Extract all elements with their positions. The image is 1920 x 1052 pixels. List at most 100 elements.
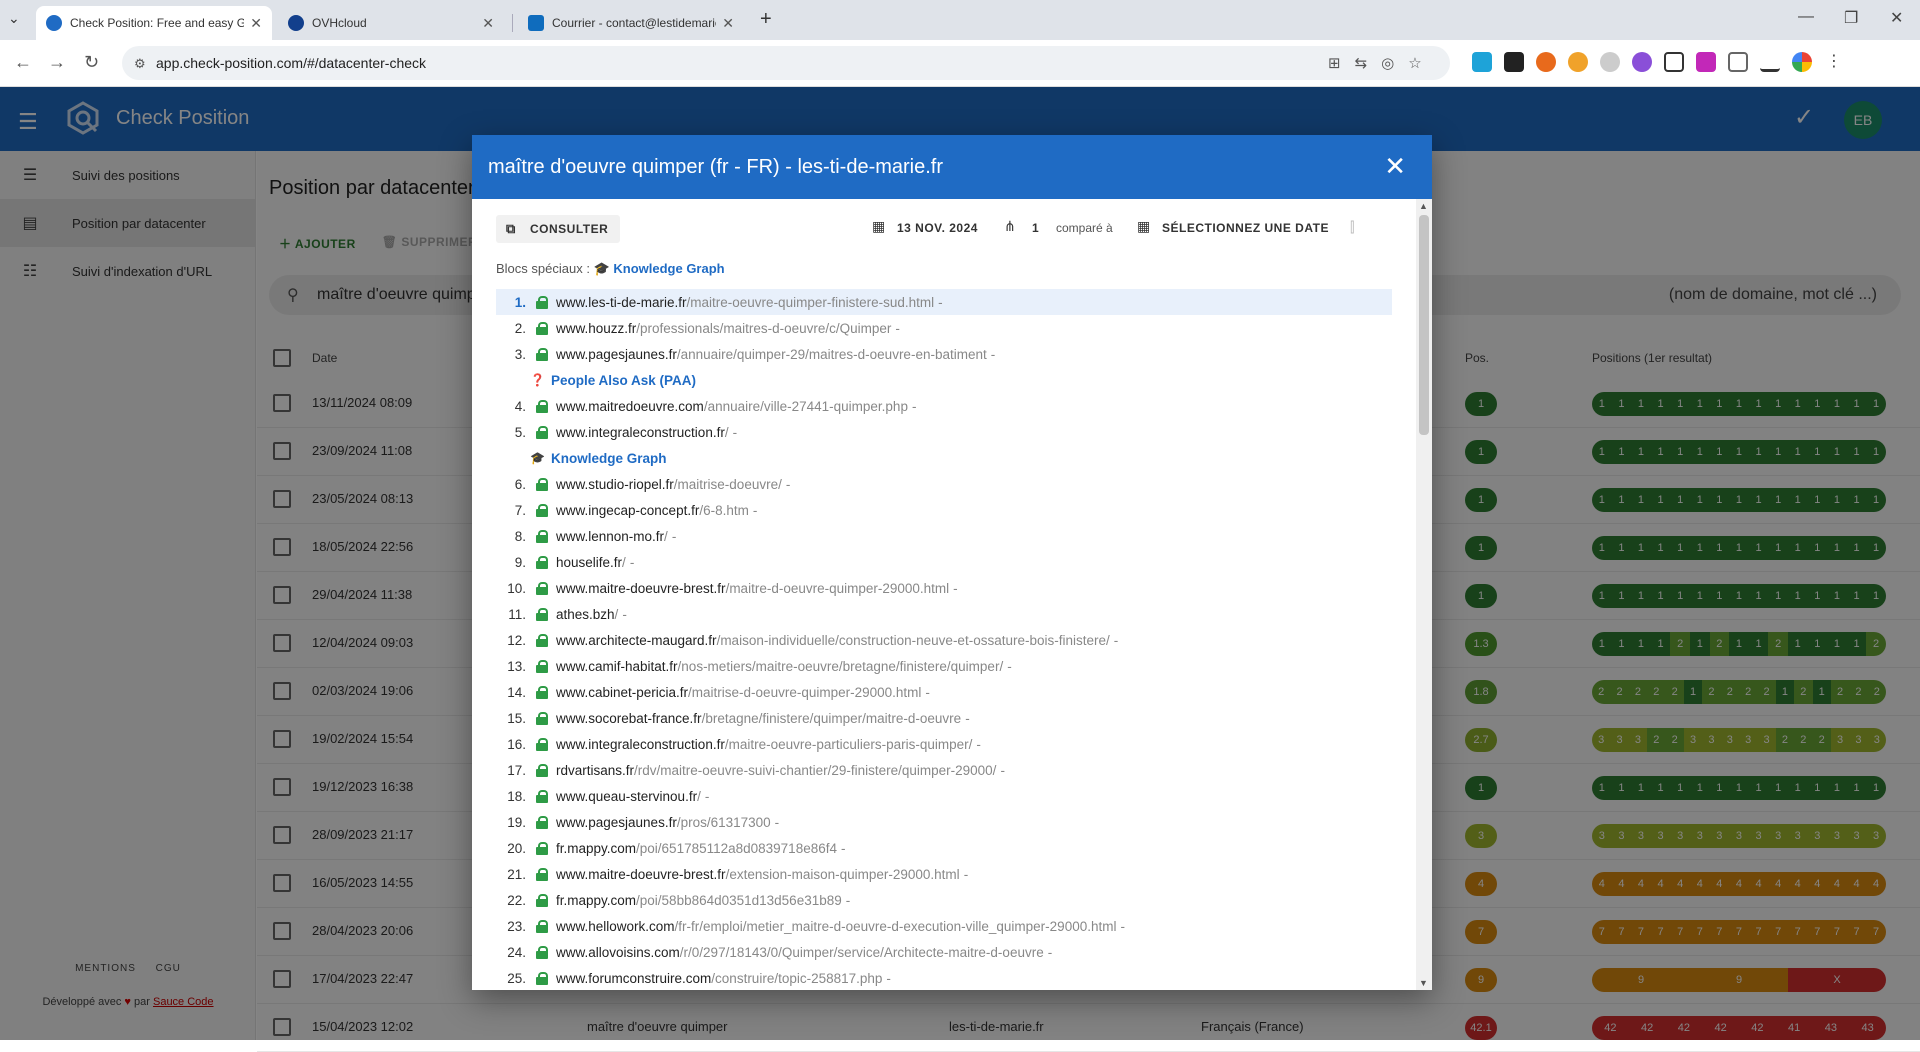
reload-icon[interactable]: ↻	[84, 52, 99, 73]
close-window-icon[interactable]: ✕	[1890, 8, 1903, 28]
serp-result[interactable]: 13. www.camif-habitat.fr/nos-metiers/mait…	[496, 653, 1392, 679]
select-date-button[interactable]: SÉLECTIONNEZ UNE DATE	[1162, 221, 1329, 235]
serp-result[interactable]: 8. www.lennon-mo.fr / -	[496, 523, 1392, 549]
result-path[interactable]: /	[697, 789, 701, 804]
result-host[interactable]: www.allovoisins.com	[556, 945, 680, 960]
result-host[interactable]: fr.mappy.com	[556, 841, 636, 856]
eye-off-icon[interactable]: ◎	[1381, 54, 1394, 72]
serp-result[interactable]: 16. www.integraleconstruction.fr/maitre-o…	[496, 731, 1392, 757]
browser-menu-icon[interactable]: ⋮	[1824, 52, 1844, 72]
serp-result[interactable]: 24. www.allovoisins.com/r/0/297/18143/0/Q…	[496, 939, 1392, 965]
serp-result[interactable]: 10. www.maitre-doeuvre-brest.fr/maitre-d-…	[496, 575, 1392, 601]
serp-result[interactable]: 1. www.les-ti-de-marie.fr/maitre-oeuvre-q…	[496, 289, 1392, 315]
result-host[interactable]: www.integraleconstruction.fr	[556, 737, 725, 752]
result-path[interactable]: /	[664, 529, 668, 544]
result-path[interactable]: /	[622, 555, 626, 570]
result-host[interactable]: www.studio-riopel.fr	[556, 477, 674, 492]
scrollbar-thumb[interactable]	[1419, 215, 1429, 435]
serp-result[interactable]: 2. www.houzz.fr/professionals/maitres-d-o…	[496, 315, 1392, 341]
extension-cookie-icon[interactable]	[1568, 52, 1588, 72]
translate-icon[interactable]: ⇆	[1355, 54, 1368, 72]
serp-result[interactable]: 23. www.hellowork.com/fr-fr/emploi/metier…	[496, 913, 1392, 939]
scroll-down-icon[interactable]: ▼	[1419, 978, 1428, 988]
restore-icon[interactable]: ❐	[1844, 8, 1858, 28]
extension-gear-icon[interactable]	[1632, 52, 1652, 72]
result-host[interactable]: www.hellowork.com	[556, 919, 675, 934]
serp-result[interactable]: 5. www.integraleconstruction.fr / -	[496, 419, 1392, 445]
new-tab-plus-icon[interactable]: +	[760, 8, 772, 31]
serp-result[interactable]: 9. houselife.fr / -	[496, 549, 1392, 575]
bookmark-star-icon[interactable]: ☆	[1408, 54, 1421, 72]
extension-code-icon[interactable]	[1664, 52, 1684, 72]
forward-arrow-icon[interactable]: →	[48, 52, 66, 73]
result-host[interactable]: www.maitredoeuvre.com	[556, 399, 704, 414]
install-app-icon[interactable]: ⊞	[1328, 54, 1341, 72]
knowledge-graph-badge[interactable]: 🎓 Knowledge Graph	[594, 261, 725, 276]
result-path[interactable]: /fr-fr/emploi/metier_maitre-d-oeuvre-d-e…	[675, 919, 1117, 934]
result-host[interactable]: www.pagesjaunes.fr	[556, 815, 677, 830]
result-path[interactable]: /maitrise-d-oeuvre-quimper-29000.html	[688, 685, 921, 700]
result-host[interactable]: www.maitre-doeuvre-brest.fr	[556, 867, 726, 882]
result-path[interactable]: /poi/58bb864d0351d13d56e31b89	[636, 893, 842, 908]
tab-check-position[interactable]: Check Position: Free and easy G ✕	[36, 6, 272, 40]
serp-result[interactable]: 17. rdvartisans.fr/rdv/maitre-oeuvre-suiv…	[496, 757, 1392, 783]
tab-ovhcloud[interactable]: OVHcloud ✕	[278, 6, 504, 40]
result-host[interactable]: www.houzz.fr	[556, 321, 636, 336]
result-path[interactable]: /poi/651785112a8d0839718e86f4	[636, 841, 837, 856]
result-path[interactable]: /annuaire/ville-27441-quimper.php	[704, 399, 908, 414]
scroll-up-icon[interactable]: ▲	[1419, 201, 1428, 211]
result-path[interactable]: /bretagne/finistere/quimper/maitre-d-oeu…	[702, 711, 962, 726]
serp-result[interactable]: 4. www.maitredoeuvre.com/annuaire/ville-2…	[496, 393, 1392, 419]
close-tab-icon[interactable]: ✕	[250, 15, 262, 32]
result-host[interactable]: www.cabinet-pericia.fr	[556, 685, 688, 700]
result-path[interactable]: /construire/topic-258817.php	[711, 971, 882, 986]
result-path[interactable]: /6-8.htm	[699, 503, 749, 518]
extension-chess-icon[interactable]	[1536, 52, 1556, 72]
result-path[interactable]: /	[615, 607, 619, 622]
serp-result[interactable]: 12. www.architecte-maugard.fr/maison-indi…	[496, 627, 1392, 653]
result-path[interactable]: /annuaire/quimper-29/maitres-d-oeuvre-en…	[677, 347, 987, 362]
serp-special-block[interactable]: ❓ People Also Ask (PAA)	[496, 367, 1392, 393]
result-path[interactable]: /nos-metiers/maitre-oeuvre/bretagne/fini…	[678, 659, 1004, 674]
result-path[interactable]: /maitrise-doeuvre/	[674, 477, 782, 492]
result-path[interactable]: /r/0/297/18143/0/Quimper/service/Archite…	[680, 945, 1044, 960]
serp-result[interactable]: 7. www.ingecap-concept.fr/6-8.htm -	[496, 497, 1392, 523]
serp-result[interactable]: 22. fr.mappy.com/poi/58bb864d0351d13d56e3…	[496, 887, 1392, 913]
consult-button[interactable]: ⧉ CONSULTER	[496, 215, 621, 243]
serp-result[interactable]: 20. fr.mappy.com/poi/651785112a8d0839718e…	[496, 835, 1392, 861]
serp-result[interactable]: 3. www.pagesjaunes.fr/annuaire/quimper-29…	[496, 341, 1392, 367]
serp-result[interactable]: 14. www.cabinet-pericia.fr/maitrise-d-oeu…	[496, 679, 1392, 705]
result-path[interactable]: /maison-individuelle/construction-neuve-…	[717, 633, 1110, 648]
extension-f-icon[interactable]	[1504, 52, 1524, 72]
serp-result[interactable]: 11. athes.bzh / -	[496, 601, 1392, 627]
serp-result[interactable]: 18. www.queau-stervinou.fr / -	[496, 783, 1392, 809]
serp-result[interactable]: 25. www.forumconstruire.com/construire/to…	[496, 965, 1392, 990]
result-path[interactable]: /maitre-d-oeuvre-quimper-29000.html	[726, 581, 950, 596]
serp-special-block[interactable]: 🎓 Knowledge Graph	[496, 445, 1392, 471]
downloads-icon[interactable]	[1760, 52, 1780, 72]
close-tab-icon[interactable]: ✕	[722, 15, 734, 32]
dialog-scrollbar[interactable]: ▲ ▼	[1416, 199, 1432, 990]
result-path[interactable]: /maitre-oeuvre-particuliers-paris-quimpe…	[725, 737, 973, 752]
site-settings-icon[interactable]: ⚙	[134, 56, 146, 72]
extension-download-icon[interactable]	[1696, 52, 1716, 72]
result-host[interactable]: www.maitre-doeuvre-brest.fr	[556, 581, 726, 596]
result-host[interactable]: www.socorebat-france.fr	[556, 711, 702, 726]
compare-chart-icon[interactable]: ⫿	[1350, 219, 1355, 236]
result-host[interactable]: www.queau-stervinou.fr	[556, 789, 697, 804]
back-arrow-icon[interactable]: ←	[14, 52, 32, 73]
tab-search-icon[interactable]: ⌄	[8, 10, 20, 27]
serp-date[interactable]: 13 NOV. 2024	[897, 221, 978, 235]
serp-result[interactable]: 19. www.pagesjaunes.fr/pros/61317300-	[496, 809, 1392, 835]
result-host[interactable]: www.pagesjaunes.fr	[556, 347, 677, 362]
extensions-puzzle-icon[interactable]	[1728, 52, 1748, 72]
close-tab-icon[interactable]: ✕	[482, 15, 494, 32]
result-host[interactable]: www.forumconstruire.com	[556, 971, 711, 986]
result-host[interactable]: www.integraleconstruction.fr	[556, 425, 725, 440]
result-path[interactable]: /maitre-oeuvre-quimper-finistere-sud.htm…	[687, 295, 935, 310]
serp-result[interactable]: 6. www.studio-riopel.fr/maitrise-doeuvre/…	[496, 471, 1392, 497]
serp-result[interactable]: 21. www.maitre-doeuvre-brest.fr/extension…	[496, 861, 1392, 887]
result-host[interactable]: www.ingecap-concept.fr	[556, 503, 699, 518]
result-path[interactable]: /pros/61317300	[677, 815, 771, 830]
result-host[interactable]: athes.bzh	[556, 607, 615, 622]
